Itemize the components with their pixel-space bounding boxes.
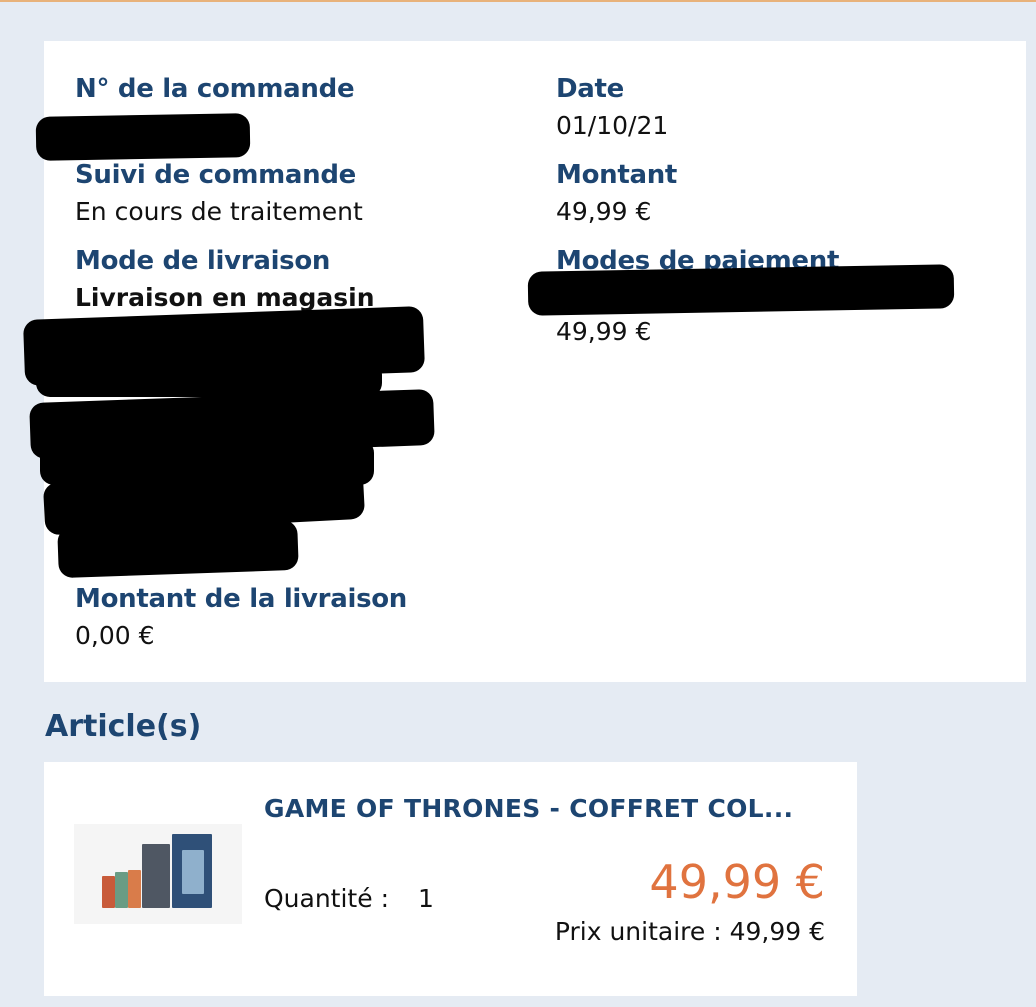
book-cover-1 [142, 844, 170, 908]
article-card[interactable]: GAME OF THRONES - COFFRET COL... Quantit… [44, 762, 857, 996]
delivery-mode-label: Mode de livraison [75, 246, 331, 276]
quantity-value: 1 [418, 884, 434, 913]
order-number-label: N° de la commande [75, 74, 355, 104]
book-spine-2 [115, 872, 128, 908]
product-name[interactable]: GAME OF THRONES - COFFRET COL... [264, 794, 793, 823]
quantity-label: Quantité : [264, 884, 389, 913]
tracking-label: Suivi de commande [75, 160, 357, 190]
order-number-redaction [35, 113, 251, 161]
payment-method-redaction [527, 264, 955, 316]
date-value: 01/10/21 [556, 111, 669, 140]
delivery-amount-value: 0,00 € [75, 621, 155, 650]
book-spine-3 [128, 870, 141, 908]
articles-section-title: Article(s) [45, 709, 202, 744]
delivery-amount-label: Montant de la livraison [75, 584, 408, 614]
store-address-redaction-6 [57, 519, 299, 579]
book-spine-1 [102, 876, 115, 908]
product-price: 49,99 € [649, 855, 825, 909]
box-set-image-icon[interactable] [74, 824, 242, 924]
amount-value: 49,99 € [556, 197, 652, 226]
date-label: Date [556, 74, 624, 104]
payment-amount: 49,99 € [556, 317, 652, 346]
unit-price: Prix unitaire : 49,99 € [554, 917, 825, 946]
delivery-mode-value: Livraison en magasin [75, 283, 375, 312]
amount-label: Montant [556, 160, 678, 190]
box-front-art [182, 850, 204, 894]
top-border [0, 0, 1036, 2]
tracking-value: En cours de traitement [75, 197, 363, 226]
order-details-card: N° de la commande Date 01/10/21 Suivi de… [22, 41, 1026, 682]
